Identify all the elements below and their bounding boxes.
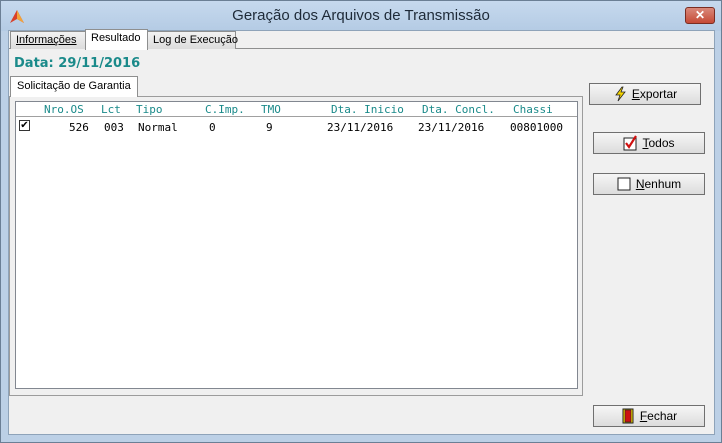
close-button[interactable]: ✕ bbox=[685, 7, 715, 24]
grid-header: Nro.OS Lct Tipo C.Imp. TMO Dta. Inicio D… bbox=[16, 102, 577, 117]
column-header-chassi[interactable]: Chassi bbox=[513, 103, 553, 116]
tab-label: Resultado bbox=[91, 32, 141, 44]
window-title: Geração dos Arquivos de Transmissão bbox=[232, 7, 490, 24]
client-area: Informações Resultado Log de Execução Da… bbox=[8, 29, 715, 435]
column-header-c-imp[interactable]: C.Imp. bbox=[205, 103, 245, 116]
exportar-label: Exportar bbox=[631, 87, 678, 101]
fechar-button[interactable]: Fechar bbox=[593, 405, 705, 427]
subtab-solicitacao-de-garantia[interactable]: Solicitação de Garantia bbox=[10, 76, 138, 97]
tab-log-de-execucao[interactable]: Log de Execução bbox=[147, 31, 239, 49]
exportar-button[interactable]: Exportar bbox=[589, 83, 701, 105]
column-header-tmo[interactable]: TMO bbox=[261, 103, 281, 116]
column-header-nro-os[interactable]: Nro.OS bbox=[44, 103, 84, 116]
tab-informacoes[interactable]: Informações bbox=[10, 31, 86, 49]
result-panel: Nro.OS Lct Tipo C.Imp. TMO Dta. Inicio D… bbox=[9, 96, 583, 396]
tab-label: Log de Execução bbox=[153, 34, 239, 46]
fechar-label: Fechar bbox=[639, 409, 678, 423]
todos-label: Todos bbox=[642, 136, 675, 150]
cell-lct: 003 bbox=[104, 121, 124, 134]
subtab-label: Solicitação de Garantia bbox=[17, 80, 131, 92]
app-window: Geração dos Arquivos de Transmissão ✕ In… bbox=[0, 0, 722, 443]
cell-dta-concl: 23/11/2016 bbox=[418, 121, 485, 134]
row-checkbox[interactable]: ✔ bbox=[19, 120, 30, 131]
cell-dta-inicio: 23/11/2016 bbox=[327, 121, 394, 134]
nenhum-button[interactable]: Nenhum bbox=[593, 173, 705, 195]
column-header-dta-inicio[interactable]: Dta. Inicio bbox=[331, 103, 404, 116]
table-row[interactable]: ✔ 526 003 Normal 0 9 23/11/2016 23/11/20… bbox=[16, 120, 577, 134]
cell-nro-os: 526 bbox=[69, 121, 89, 134]
door-exit-icon bbox=[622, 408, 634, 424]
lightning-icon bbox=[615, 86, 626, 102]
cell-chassi: 00801000 bbox=[510, 121, 563, 134]
tab-resultado[interactable]: Resultado bbox=[85, 29, 148, 50]
results-grid[interactable]: Nro.OS Lct Tipo C.Imp. TMO Dta. Inicio D… bbox=[15, 101, 578, 389]
cell-tmo: 9 bbox=[266, 121, 273, 134]
column-header-tipo[interactable]: Tipo bbox=[136, 103, 163, 116]
cell-c-imp: 0 bbox=[209, 121, 216, 134]
cell-tipo: Normal bbox=[138, 121, 178, 134]
column-header-dta-concl[interactable]: Dta. Concl. bbox=[422, 103, 495, 116]
date-label: Data: 29/11/2016 bbox=[14, 56, 141, 71]
tab-label: Informações bbox=[16, 34, 77, 46]
column-header-lct[interactable]: Lct bbox=[101, 103, 121, 116]
checkbox-checked-icon bbox=[623, 135, 638, 151]
nenhum-label: Nenhum bbox=[635, 177, 682, 191]
todos-button[interactable]: Todos bbox=[593, 132, 705, 154]
checkbox-empty-icon bbox=[617, 177, 631, 191]
title-bar[interactable]: Geração dos Arquivos de Transmissão ✕ bbox=[1, 1, 721, 31]
